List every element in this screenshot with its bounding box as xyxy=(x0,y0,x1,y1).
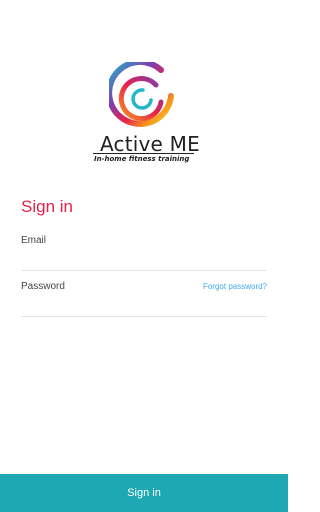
sign-in-button[interactable]: Sign in xyxy=(0,474,288,512)
forgot-password-link[interactable]: Forgot password? xyxy=(203,282,267,291)
brand-divider xyxy=(93,153,194,154)
email-field[interactable]: Email xyxy=(21,230,267,271)
concentric-rings-logo-icon xyxy=(109,62,174,127)
brand-logo: Active ME In-home fitness training xyxy=(0,62,288,172)
email-input[interactable] xyxy=(21,230,267,270)
page-title: Sign in xyxy=(21,197,73,216)
password-field[interactable]: Password Forgot password? xyxy=(21,276,267,317)
brand-tagline: In-home fitness training xyxy=(94,155,190,163)
